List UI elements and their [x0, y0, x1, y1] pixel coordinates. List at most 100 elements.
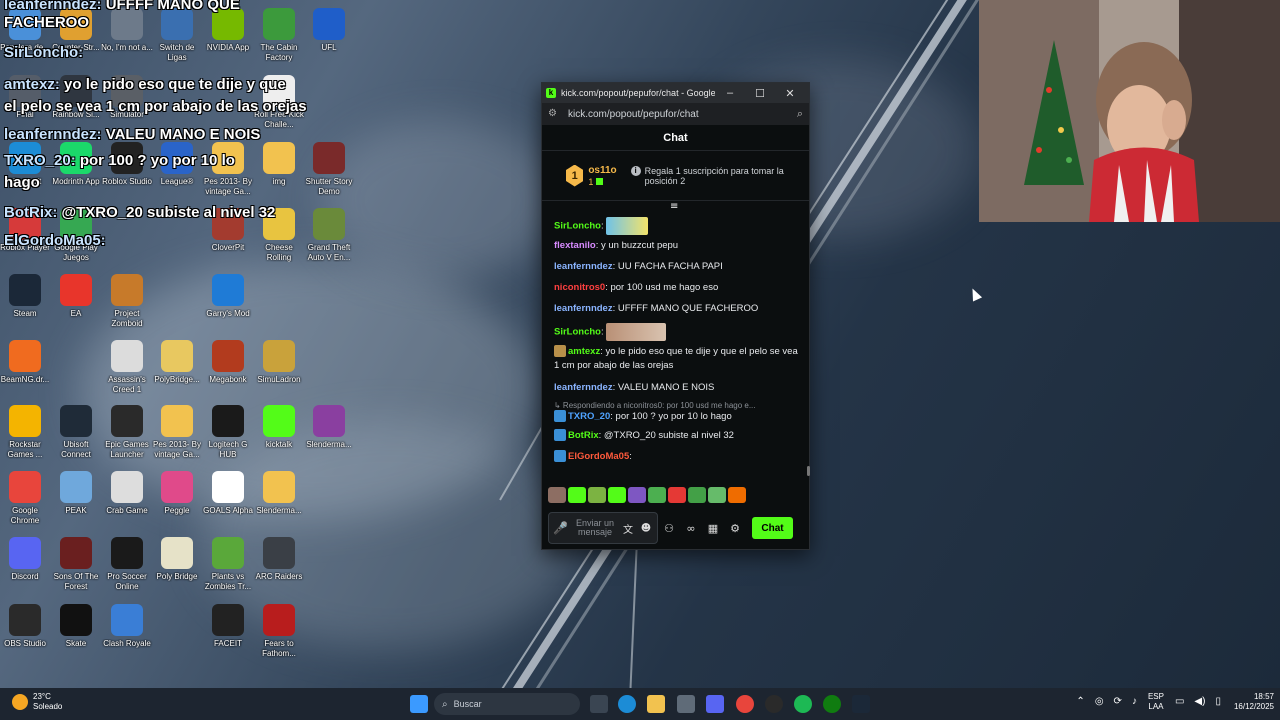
desktop-icon[interactable]: Clash Royale [101, 604, 153, 649]
desktop-icon[interactable]: Pes 2013- By vintage Ga... [202, 142, 254, 196]
desktop-icon[interactable]: Ubisoft Connect [50, 405, 102, 459]
desktop-icon[interactable]: Roblox Studio [101, 142, 153, 187]
quick-emote-icon[interactable] [608, 487, 626, 503]
file-explorer-icon[interactable] [647, 695, 665, 713]
desktop-icon[interactable]: UFL [303, 8, 355, 53]
infinity-icon[interactable]: ∞ [680, 522, 702, 535]
desktop-icon[interactable]: Poly Bridge [151, 537, 203, 582]
desktop-icon[interactable]: Crab Game [101, 471, 153, 516]
desktop-icon[interactable]: Counter-Str... [50, 8, 102, 53]
desktop-icon[interactable]: Epic Games Launcher [101, 405, 153, 459]
lang-bottom[interactable]: LAA [1148, 702, 1164, 712]
desktop-icon[interactable]: Sons Of The Forest [50, 537, 102, 591]
quick-emote-icon[interactable] [708, 487, 726, 503]
desktop-icon[interactable]: Cheese Rolling [253, 208, 305, 262]
emote-image[interactable] [606, 323, 667, 341]
desktop-icon[interactable]: Pes 2013- By vintage Ga... [151, 405, 203, 459]
desktop-icon[interactable]: Switch de Ligas [151, 8, 203, 62]
desktop-icon[interactable]: No, I'm not a... [101, 8, 153, 53]
desktop-icon[interactable]: Google Chrome [0, 471, 51, 525]
desktop-icon[interactable]: Final [0, 75, 51, 120]
site-settings-icon[interactable]: ⚙ [548, 108, 560, 120]
desktop-icon[interactable]: FACEIT [202, 604, 254, 649]
minimize-icon[interactable]: – [715, 87, 745, 99]
desktop-icon[interactable]: Project Zomboid [101, 274, 153, 328]
translate-icon[interactable]: 文 [621, 521, 635, 536]
edge-icon[interactable] [618, 695, 636, 713]
lang-top[interactable]: ESP [1148, 692, 1164, 702]
desktop-icon[interactable]: League® [151, 142, 203, 187]
desktop-icon[interactable]: Steam [0, 274, 51, 319]
desktop-icon[interactable]: Pro Soccer Online [101, 537, 153, 591]
quick-emote-icon[interactable] [728, 487, 746, 503]
desktop-icon[interactable]: OBS Studio [0, 604, 51, 649]
clock[interactable]: 18:57 16/12/2025 [1234, 692, 1274, 712]
desktop-icon[interactable]: Simulator [101, 75, 153, 120]
desktop-icon[interactable]: Plants vs Zombies Tr... [202, 537, 254, 591]
scrollbar-thumb[interactable] [807, 466, 810, 476]
store-app-icon[interactable] [677, 695, 695, 713]
desktop-icon[interactable]: Rainbow Si... [50, 75, 102, 120]
desktop-icon[interactable]: Skate [50, 604, 102, 649]
chat-username[interactable]: SirLoncho [554, 221, 601, 232]
settings-gear-icon[interactable]: ⚙ [724, 522, 746, 535]
desktop-icon[interactable]: SimuLadron [253, 340, 305, 385]
desktop-icon[interactable]: Roll Free Kick Challe... [253, 75, 305, 129]
chat-username[interactable]: niconitros0 [554, 282, 605, 293]
chat-username[interactable]: TXRO_20 [568, 411, 610, 422]
desktop-icon[interactable]: img [253, 142, 305, 187]
url-text[interactable]: kick.com/popout/pepufor/chat [568, 109, 797, 120]
chat-username[interactable]: SirLoncho [554, 327, 601, 338]
quick-emote-icon[interactable] [668, 487, 686, 503]
quick-emote-icon[interactable] [568, 487, 586, 503]
chat-username[interactable]: leanfernndez [554, 303, 613, 314]
address-bar[interactable]: ⚙ kick.com/popout/pepufor/chat ⌕ [542, 103, 809, 125]
chat-username[interactable]: leanfernndez [554, 261, 613, 272]
desktop-icon[interactable]: GOALS Alpha [202, 471, 254, 516]
desktop-icon[interactable]: Grand Theft Auto V En... [303, 208, 355, 262]
desktop-icon[interactable]: Logitech G HUB [202, 405, 254, 459]
xbox-icon[interactable] [823, 695, 841, 713]
desktop-icon[interactable]: Discord [0, 537, 51, 582]
quick-emote-icon[interactable] [688, 487, 706, 503]
desktop-icon[interactable]: Megabonk [202, 340, 254, 385]
volume-icon[interactable]: ◀) [1194, 697, 1205, 707]
desktop-icon[interactable]: Garry's Mod [202, 274, 254, 319]
send-chat-button[interactable]: Chat [752, 517, 793, 539]
chat-input[interactable]: 🎤 Enviar un mensaje 文 ☻ [548, 512, 658, 544]
desktop-icon[interactable]: BeamNG.dr... [0, 340, 51, 385]
store-icon[interactable]: ▦ [702, 522, 724, 535]
collapse-icon[interactable]: ≡ [670, 201, 678, 212]
task-view-icon[interactable] [590, 695, 608, 713]
display-icon[interactable]: ▭ [1175, 697, 1184, 707]
desktop-icon[interactable]: Microsoft [0, 142, 51, 187]
desktop-icon[interactable]: Roblox Player [0, 208, 51, 253]
discord-taskbar-icon[interactable] [706, 695, 724, 713]
desktop-icon[interactable]: Google Play Juegos [50, 208, 102, 262]
quick-emote-icon[interactable] [588, 487, 606, 503]
microphone-icon[interactable]: 🎤 [553, 521, 568, 535]
desktop-icon[interactable]: Slenderma... [253, 471, 305, 516]
mic-tray-icon[interactable]: ♪ [1132, 697, 1137, 707]
quick-emote-icon[interactable] [628, 487, 646, 503]
desktop-icon[interactable]: Slenderma... [303, 405, 355, 450]
network-icon[interactable]: ◎ [1095, 697, 1104, 707]
desktop-icon[interactable]: The Cabin Factory [253, 8, 305, 62]
chat-username[interactable]: amtexz [568, 346, 600, 357]
desktop-icon[interactable]: ARC Raiders [253, 537, 305, 582]
desktop-icon[interactable]: Modrinth App [50, 142, 102, 187]
desktop-icon[interactable]: NVIDIA App [202, 8, 254, 53]
emote-image[interactable] [606, 217, 649, 235]
chevron-up-icon[interactable]: ⌃ [1076, 697, 1084, 707]
close-icon[interactable]: ✕ [775, 87, 805, 100]
desktop-icon[interactable]: EA [50, 274, 102, 319]
quick-emote-icon[interactable] [548, 487, 566, 503]
obs-taskbar-icon[interactable] [765, 695, 783, 713]
battery-icon[interactable]: ▯ [1215, 697, 1221, 707]
zoom-icon[interactable]: ⌕ [797, 108, 803, 121]
emoji-icon[interactable]: ☻ [639, 523, 653, 534]
quick-emote-icon[interactable] [648, 487, 666, 503]
spotify-icon[interactable] [794, 695, 812, 713]
desktop-icon[interactable]: Peggle [151, 471, 203, 516]
desktop-icon[interactable]: kicktalk [253, 405, 305, 450]
